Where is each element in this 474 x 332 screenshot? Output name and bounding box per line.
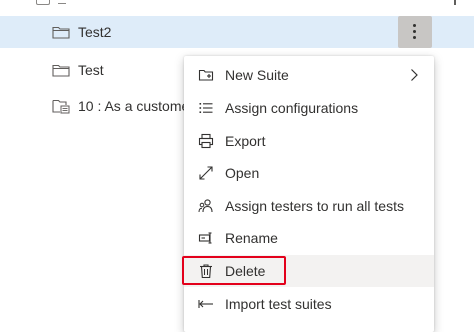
menu-item-export[interactable]: Export bbox=[184, 125, 434, 157]
menu-item-label: Rename bbox=[225, 230, 278, 246]
menu-item-delete[interactable]: Delete bbox=[184, 255, 434, 287]
import-icon bbox=[198, 300, 213, 308]
menu-item-label: Open bbox=[225, 165, 260, 181]
previous-row-remnant bbox=[0, 0, 474, 6]
folder-icon bbox=[52, 26, 70, 39]
menu-item-rename[interactable]: Rename bbox=[184, 222, 434, 254]
partial-glyph bbox=[454, 0, 456, 5]
rename-icon bbox=[198, 232, 212, 244]
menu-item-open[interactable]: Open bbox=[184, 157, 434, 189]
tree-item-label: 10 : As a customer bbox=[78, 98, 194, 114]
menu-item-label: Import test suites bbox=[225, 296, 332, 312]
requirement-suite-icon bbox=[52, 99, 70, 114]
menu-item-assign-testers[interactable]: Assign testers to run all tests bbox=[184, 190, 434, 222]
new-suite-icon bbox=[198, 69, 214, 81]
context-menu: New Suite Assign configurations Export O… bbox=[184, 56, 434, 332]
list-icon bbox=[199, 103, 213, 113]
menu-item-import-test-suites[interactable]: Import test suites bbox=[184, 288, 434, 320]
more-actions-button[interactable] bbox=[398, 16, 432, 48]
partial-text bbox=[58, 0, 66, 4]
menu-item-label: New Suite bbox=[225, 67, 289, 83]
menu-item-assign-configurations[interactable]: Assign configurations bbox=[184, 92, 434, 124]
people-icon bbox=[198, 199, 213, 213]
menu-item-label: Delete bbox=[225, 263, 266, 279]
trash-icon bbox=[200, 264, 212, 279]
tree-item-label: Test2 bbox=[78, 24, 112, 40]
menu-item-label: Export bbox=[225, 133, 266, 149]
tree-item-label: Test bbox=[78, 62, 104, 78]
chevron-right-icon bbox=[411, 69, 418, 81]
folder-icon bbox=[52, 64, 70, 77]
expand-diagonal-icon bbox=[199, 166, 213, 180]
menu-item-new-suite[interactable]: New Suite bbox=[184, 59, 434, 91]
print-icon bbox=[198, 133, 214, 149]
menu-item-label: Assign configurations bbox=[225, 100, 359, 116]
partial-checkbox bbox=[36, 0, 50, 5]
menu-item-label: Assign testers to run all tests bbox=[225, 198, 404, 214]
